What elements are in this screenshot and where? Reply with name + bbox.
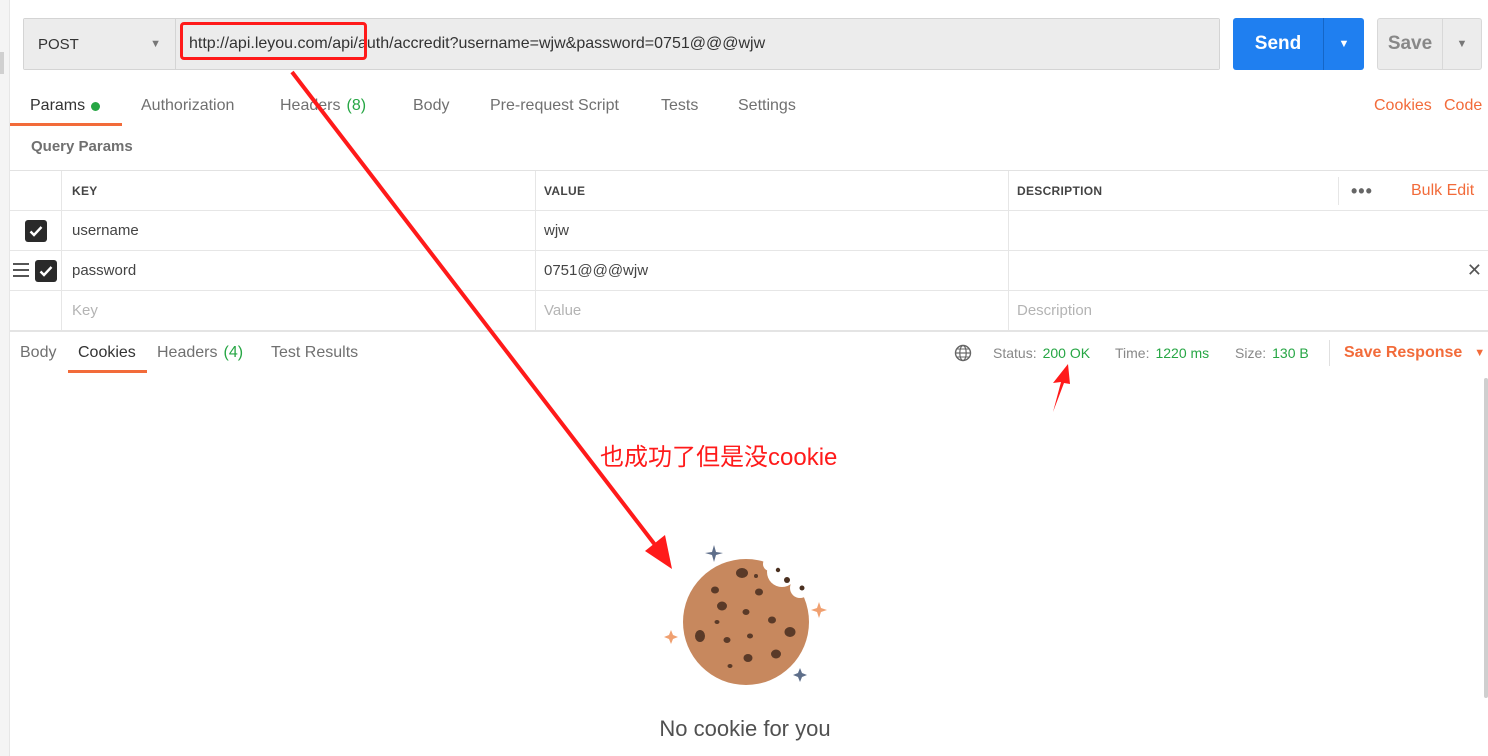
size-value: 130 B bbox=[1272, 345, 1309, 361]
tab-tests-label: Tests bbox=[661, 97, 699, 114]
response-tab-test-results[interactable]: Test Results bbox=[271, 334, 358, 372]
bulk-edit-link[interactable]: Bulk Edit bbox=[1411, 171, 1474, 211]
param-value: wjw bbox=[544, 222, 569, 239]
row-checkbox[interactable] bbox=[24, 219, 47, 242]
query-params-title: Query Params bbox=[31, 138, 133, 155]
param-value-cell[interactable]: 0751@@@wjw bbox=[536, 251, 1009, 290]
response-tab-body[interactable]: Body bbox=[20, 334, 56, 372]
empty-state-message: No cookie for you bbox=[659, 716, 831, 741]
chevron-down-icon: ▼ bbox=[1474, 347, 1486, 359]
response-tab-headers-label: Headers bbox=[157, 344, 218, 361]
sparkle-icon bbox=[811, 602, 827, 618]
cookies-link[interactable]: Cookies bbox=[1374, 86, 1432, 126]
save-button[interactable]: Save bbox=[1378, 19, 1443, 69]
param-key: password bbox=[72, 262, 137, 279]
response-headers-count: (4) bbox=[223, 344, 244, 361]
response-scrollbar[interactable] bbox=[1484, 378, 1488, 698]
method-select[interactable]: POST ▼ bbox=[24, 19, 176, 69]
status-value: 200 OK bbox=[1042, 345, 1091, 361]
save-response-button[interactable]: Save Response ▼ bbox=[1344, 334, 1485, 372]
row-check-cell bbox=[10, 251, 62, 290]
response-tab-headers[interactable]: Headers (4) bbox=[157, 334, 243, 372]
new-description-input[interactable]: Description bbox=[1009, 291, 1488, 330]
close-icon[interactable]: ✕ bbox=[1467, 251, 1482, 290]
tab-authorization-label: Authorization bbox=[141, 97, 235, 114]
sparkle-icon bbox=[664, 630, 678, 644]
new-value-input[interactable]: Value bbox=[536, 291, 1009, 330]
sparkle-icon bbox=[705, 545, 723, 562]
row-check-cell bbox=[10, 291, 62, 330]
tab-headers-count: (8) bbox=[346, 97, 367, 114]
tab-headers[interactable]: Headers (8) bbox=[280, 86, 366, 126]
tab-params[interactable]: Params bbox=[30, 86, 101, 126]
table-row-new: Key Value Description bbox=[10, 291, 1488, 331]
save-response-label: Save Response bbox=[1344, 344, 1463, 361]
globe-icon[interactable] bbox=[954, 334, 972, 372]
tab-headers-label: Headers bbox=[280, 97, 341, 114]
status-label: Status: bbox=[993, 345, 1037, 361]
save-options-chevron-icon[interactable]: ▼ bbox=[1443, 19, 1481, 69]
chevron-down-icon: ▼ bbox=[150, 38, 161, 50]
table-header-row: KEY VALUE DESCRIPTION ••• Bulk Edit bbox=[10, 171, 1488, 211]
active-tab-indicator bbox=[10, 123, 122, 126]
cookie-illustration bbox=[664, 545, 827, 685]
checkmark-icon bbox=[39, 265, 52, 277]
row-check-cell bbox=[10, 211, 62, 250]
tab-settings-label: Settings bbox=[738, 97, 796, 114]
new-key-input[interactable]: Key bbox=[62, 291, 536, 330]
more-options-icon[interactable]: ••• bbox=[1351, 171, 1373, 211]
params-active-dot-icon bbox=[91, 101, 101, 111]
time-label: Time: bbox=[1115, 345, 1150, 361]
param-key-cell[interactable]: username bbox=[62, 211, 536, 250]
time-value: 1220 ms bbox=[1155, 345, 1210, 361]
param-key-cell[interactable]: password bbox=[62, 251, 536, 290]
method-label: POST bbox=[38, 35, 79, 53]
sidebar-edge bbox=[0, 0, 10, 756]
send-button[interactable]: Send bbox=[1233, 18, 1324, 70]
save-button-group: Save ▼ bbox=[1377, 18, 1482, 70]
tab-body[interactable]: Body bbox=[413, 86, 449, 126]
tab-body-label: Body bbox=[413, 97, 450, 114]
param-description-cell[interactable] bbox=[1009, 251, 1488, 290]
code-link[interactable]: Code bbox=[1444, 86, 1482, 126]
time-info: Time: 1220 ms bbox=[1115, 334, 1209, 372]
drag-handle-icon[interactable] bbox=[13, 263, 29, 281]
status-info: Status: 200 OK bbox=[993, 334, 1090, 372]
response-divider[interactable] bbox=[10, 330, 1488, 332]
sidebar-handle[interactable] bbox=[0, 52, 4, 74]
header-divider bbox=[1338, 177, 1339, 205]
cookie-bite bbox=[763, 557, 777, 571]
response-active-tab-indicator bbox=[68, 370, 147, 373]
column-header-value: VALUE bbox=[536, 171, 1009, 210]
tab-prerequest-script[interactable]: Pre-request Script bbox=[490, 86, 619, 126]
tab-prerequest-label: Pre-request Script bbox=[490, 97, 619, 114]
query-params-table: KEY VALUE DESCRIPTION ••• Bulk Edit user… bbox=[10, 170, 1488, 331]
meta-divider bbox=[1329, 340, 1330, 366]
globe-icon-svg bbox=[954, 344, 972, 362]
table-row: password 0751@@@wjw ✕ bbox=[10, 251, 1488, 291]
checkmark-icon bbox=[29, 225, 42, 237]
annotation-text: 也成功了但是没cookie bbox=[600, 444, 838, 471]
tab-settings[interactable]: Settings bbox=[738, 86, 796, 126]
tab-authorization[interactable]: Authorization bbox=[141, 86, 234, 126]
tab-params-label: Params bbox=[30, 97, 86, 114]
header-check-cell bbox=[10, 171, 62, 210]
size-info: Size: 130 B bbox=[1235, 334, 1309, 372]
param-value: 0751@@@wjw bbox=[544, 262, 649, 279]
sparkle-icon bbox=[793, 668, 807, 682]
size-label: Size: bbox=[1235, 345, 1267, 361]
param-description-cell[interactable] bbox=[1009, 211, 1488, 250]
column-header-key: KEY bbox=[62, 171, 536, 210]
url-highlight-box bbox=[180, 22, 367, 60]
response-tab-cookies[interactable]: Cookies bbox=[78, 334, 136, 372]
send-options-chevron-icon[interactable]: ▼ bbox=[1324, 18, 1364, 70]
request-tabs: Params Authorization Headers (8) Body Pre… bbox=[10, 86, 1488, 128]
row-checkbox[interactable] bbox=[34, 259, 57, 282]
tab-tests[interactable]: Tests bbox=[661, 86, 698, 126]
send-button-group: Send ▼ bbox=[1233, 18, 1364, 70]
param-key: username bbox=[72, 222, 139, 239]
response-tabs: Body Cookies Headers (4) Test Results Sta… bbox=[10, 334, 1488, 376]
param-value-cell[interactable]: wjw bbox=[536, 211, 1009, 250]
table-row: username wjw bbox=[10, 211, 1488, 251]
